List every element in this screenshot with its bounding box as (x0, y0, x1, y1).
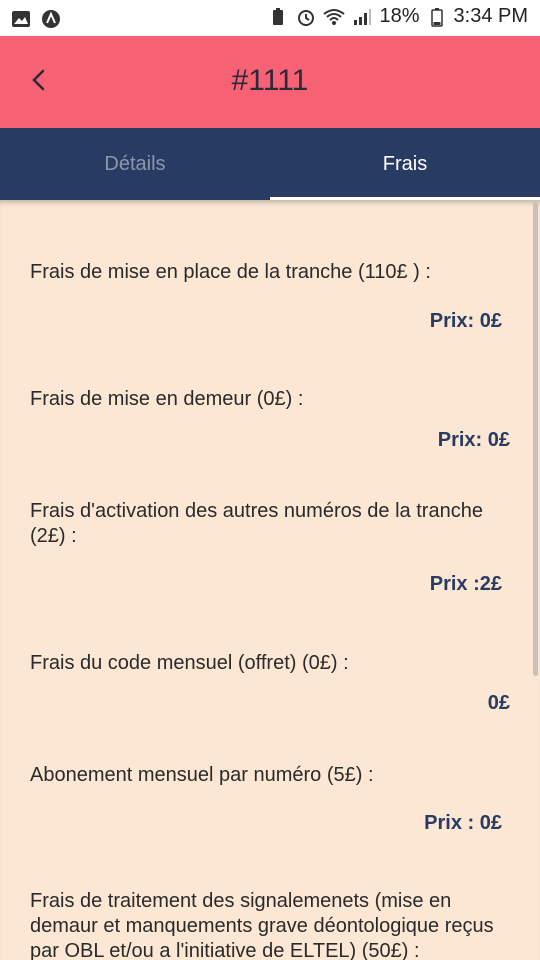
page-title: #1111 (231, 64, 309, 97)
fee-item: Frais de traitement des signalemenets (m… (30, 889, 510, 960)
tab-fees[interactable]: Frais (270, 128, 540, 200)
app-bar: #1111 (0, 36, 540, 128)
image-notification-icon (10, 8, 32, 30)
fees-list[interactable]: Frais de mise en place de la tranche (11… (0, 200, 540, 960)
fee-price: Prix: 0£ (429, 310, 502, 332)
fee-price: Prix : 0£ (424, 812, 502, 834)
wifi-icon (323, 6, 346, 28)
fee-label: Abonement mensuel par numéro (5£) : (30, 764, 374, 786)
fee-price: 0£ (487, 692, 510, 714)
app-notification-icon (40, 8, 62, 30)
alarm-icon (295, 6, 317, 28)
fee-item: Frais de mise en demeur (0£) : (30, 387, 510, 412)
fee-label: Frais de mise en place de la tranche (11… (30, 261, 431, 283)
tab-label: Détails (104, 152, 166, 175)
battery-saver-icon (267, 6, 289, 28)
scrollbar[interactable] (533, 202, 538, 676)
fee-label: Frais de mise en demeur (0£) : (30, 388, 304, 410)
fee-label: Frais de traitement des signalemenets (m… (30, 890, 494, 960)
battery-icon (426, 6, 448, 28)
battery-percent: 18% (379, 5, 420, 27)
fee-item: Abonement mensuel par numéro (5£) : (30, 763, 510, 788)
signal-icon (351, 6, 373, 28)
status-bar: 18% 3:34 PM (0, 0, 540, 36)
tab-label: Frais (382, 152, 428, 175)
fee-label: Frais d'activation des autres numéros de… (30, 500, 483, 547)
fee-item: Frais de mise en place de la tranche (11… (30, 260, 510, 285)
fee-label: Frais du code mensuel (offret) (0£) : (30, 652, 349, 674)
fee-item: Frais d'activation des autres numéros de… (30, 499, 510, 549)
clock: 3:34 PM (453, 5, 528, 27)
fee-item: Frais du code mensuel (offret) (0£) : (30, 651, 510, 676)
tab-details[interactable]: Détails (0, 128, 270, 200)
fee-price: Prix :2£ (429, 573, 502, 595)
tab-bar: Détails Frais (0, 128, 540, 200)
fee-price: Prix: 0£ (437, 429, 510, 451)
